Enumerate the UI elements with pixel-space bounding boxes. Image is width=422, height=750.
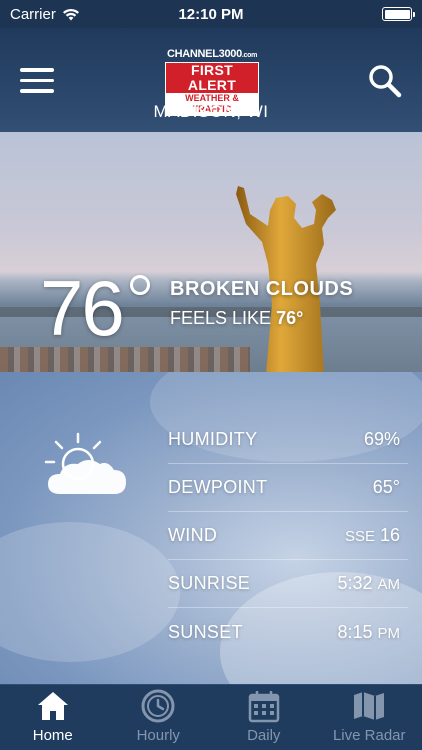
tab-label: Home — [32, 727, 73, 744]
detail-value: SSE 16 — [345, 525, 400, 546]
feels-like-label: FEELS LIKE — [170, 308, 272, 328]
tab-bar: Home Hourly Daily Live Radar — [0, 684, 422, 750]
battery-icon — [382, 7, 415, 21]
menu-button[interactable] — [20, 68, 54, 94]
logo-channel-text: CHANNEL3000.com — [166, 48, 258, 60]
search-icon — [369, 65, 402, 98]
logo-first-alert: FIRST ALERT — [166, 63, 258, 93]
detail-value: 69% — [363, 429, 400, 449]
current-conditions-hero: 76 BROKEN CLOUDS FEELS LIKE 76° — [0, 132, 422, 372]
tab-label: Daily — [247, 727, 281, 744]
tab-live-radar[interactable]: Live Radar — [317, 685, 422, 750]
detail-label: WIND — [168, 525, 218, 545]
degree-symbol — [130, 275, 150, 295]
detail-label: SUNSET — [168, 621, 243, 642]
calendar-icon — [248, 691, 279, 723]
tab-label: Hourly — [136, 727, 180, 744]
condition-label: BROKEN CLOUDS — [170, 278, 354, 300]
detail-row-sunset: SUNSET 8:15 PM — [168, 608, 408, 656]
detail-value: 65° — [372, 477, 400, 497]
city-skyline — [0, 347, 250, 372]
detail-row-dewpoint: DEWPOINT 65° — [168, 464, 408, 512]
clock-icon — [141, 689, 175, 723]
search-button[interactable] — [368, 64, 402, 98]
details-panel: HUMIDITY 69% DEWPOINT 65° WIND SSE 16 SU… — [0, 372, 422, 684]
tab-hourly[interactable]: Hourly — [106, 685, 212, 750]
status-bar: Carrier 12:10 PM — [0, 0, 422, 28]
feels-like: FEELS LIKE 76° — [170, 308, 303, 329]
detail-row-humidity: HUMIDITY 69% — [168, 416, 408, 464]
detail-value: 8:15 PM — [337, 621, 400, 642]
home-icon — [37, 692, 68, 720]
wind-speed: 16 — [379, 525, 400, 545]
app-header: CHANNEL3000.com FIRST ALERT WEATHER & TR… — [0, 28, 422, 132]
detail-row-sunrise: SUNRISE 5:32 AM — [168, 560, 408, 608]
carrier-label: Carrier — [10, 5, 56, 23]
detail-label: DEWPOINT — [168, 477, 268, 497]
tab-label: Live Radar — [332, 727, 406, 744]
details-list: HUMIDITY 69% DEWPOINT 65° WIND SSE 16 SU… — [168, 416, 408, 656]
detail-label: SUNRISE — [168, 573, 251, 593]
tab-home[interactable]: Home — [0, 685, 106, 750]
detail-row-wind: WIND SSE 16 — [168, 512, 408, 560]
wind-direction: SSE — [344, 528, 375, 545]
map-icon — [354, 692, 385, 720]
carrier-info: Carrier — [10, 6, 80, 23]
current-temperature: 76 — [40, 264, 125, 352]
detail-value: 5:32 AM — [337, 573, 400, 593]
feels-like-value: 76° — [276, 308, 304, 328]
tab-daily[interactable]: Daily — [211, 685, 317, 750]
partly-cloudy-icon — [44, 432, 126, 494]
location-label[interactable]: MADISON, WI — [0, 102, 422, 122]
detail-label: HUMIDITY — [168, 429, 258, 449]
wifi-icon — [62, 8, 79, 20]
